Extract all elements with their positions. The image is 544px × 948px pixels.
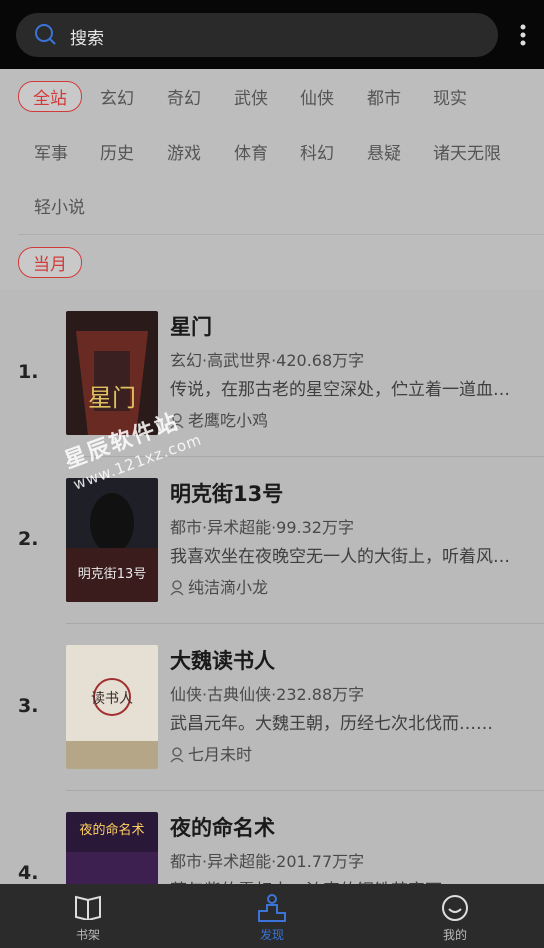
- list-item[interactable]: 4. 夜的命名术 夜的命名术 都市·异术超能·201.77万字 蓝与紫的霓虹中，…: [0, 790, 544, 884]
- category-filters: 全站 玄幻 奇幻 武侠 仙侠 都市 现实 军事 历史 游戏 体育 科幻 悬疑 诸…: [0, 69, 544, 289]
- more-menu-icon[interactable]: [520, 24, 526, 46]
- podium-icon: [258, 894, 286, 922]
- book-cover[interactable]: 明克街13号: [66, 478, 158, 602]
- cover-title-text: 夜的命名术: [79, 822, 144, 838]
- category-chip[interactable]: 体育: [234, 139, 268, 164]
- nav-tab-bookshelf[interactable]: 书架: [28, 884, 148, 948]
- book-description: 武昌元年。大魏王朝，历经七次北伐而……: [170, 714, 493, 734]
- book-author: 纯洁滴小龙: [170, 574, 268, 598]
- person-icon: [170, 580, 184, 596]
- category-chip[interactable]: 仙侠: [300, 84, 334, 109]
- category-chip[interactable]: 武侠: [234, 84, 268, 109]
- book-description: 蓝与紫的霓虹中，浓密的钢铁苍穹下……: [170, 876, 522, 884]
- rank-number: 1.: [18, 361, 39, 383]
- category-chip[interactable]: 玄幻: [100, 84, 134, 109]
- category-chip[interactable]: 轻小说: [34, 193, 85, 218]
- cover-title-text: 星门: [88, 384, 136, 412]
- category-chip[interactable]: 军事: [34, 139, 68, 164]
- ranking-list: 1. 星门 星门 玄幻·高武世界·420.68万字 传说，在那古老的星空深处，伫…: [0, 289, 544, 884]
- cover-title-text: 读书人: [91, 690, 133, 707]
- nav-label: 书架: [75, 928, 100, 942]
- book-author: 七月未时: [170, 741, 252, 765]
- book-cover[interactable]: 星门: [66, 311, 158, 435]
- cover-title-text: 明克街13号: [78, 567, 147, 582]
- person-icon: [170, 747, 184, 763]
- search-input[interactable]: 搜索: [16, 13, 498, 57]
- category-chip[interactable]: 全站: [18, 81, 82, 112]
- category-chip[interactable]: 现实: [433, 84, 467, 109]
- book-meta: 玄幻·高武世界·420.68万字: [170, 351, 365, 370]
- rank-number: 3.: [18, 695, 39, 717]
- category-chip[interactable]: 诸天无限: [433, 139, 501, 164]
- nav-label: 发现: [259, 928, 284, 942]
- book-title[interactable]: 星门: [170, 311, 212, 341]
- nav-label: 我的: [442, 928, 467, 942]
- book-title[interactable]: 明克街13号: [170, 478, 283, 508]
- person-icon: [170, 413, 184, 429]
- search-placeholder: 搜索: [70, 29, 104, 49]
- category-chip[interactable]: 都市: [367, 84, 401, 109]
- book-title[interactable]: 大魏读书人: [170, 645, 275, 675]
- rank-number: 2.: [18, 528, 39, 550]
- time-filter-chip[interactable]: 当月: [18, 247, 82, 278]
- category-chip[interactable]: 科幻: [300, 139, 334, 164]
- book-cover[interactable]: 读书人: [66, 645, 158, 769]
- book-meta: 都市·异术超能·201.77万字: [170, 852, 365, 871]
- author-name: 老鹰吃小鸡: [188, 411, 269, 430]
- book-cover[interactable]: 夜的命名术: [66, 812, 158, 884]
- author-name: 纯洁滴小龙: [188, 578, 269, 597]
- divider: [18, 234, 544, 235]
- category-chip[interactable]: 游戏: [167, 139, 201, 164]
- nav-tab-me[interactable]: 我的: [395, 884, 515, 948]
- nav-tab-discover[interactable]: 发现: [212, 884, 332, 948]
- smile-icon: [442, 895, 468, 921]
- author-name: 七月未时: [188, 745, 253, 764]
- rank-number: 4.: [18, 862, 39, 884]
- book-description: 传说，在那古老的星空深处，伫立着一道血与火侵染的红色之门……: [170, 380, 522, 400]
- book-author: 老鹰吃小鸡: [170, 407, 268, 431]
- book-icon: [75, 895, 101, 920]
- category-chip[interactable]: 奇幻: [167, 84, 201, 109]
- book-meta: 仙侠·古典仙侠·232.88万字: [170, 685, 365, 704]
- list-item[interactable]: 3. 读书人 大魏读书人 仙侠·古典仙侠·232.88万字 武昌元年。大魏王朝，…: [0, 623, 544, 790]
- search-icon: [35, 24, 56, 45]
- category-chip[interactable]: 历史: [100, 139, 134, 164]
- bottom-navigation: 书架 发现 我的: [0, 884, 544, 948]
- top-bar: 搜索: [0, 0, 544, 69]
- book-meta: 都市·异术超能·99.32万字: [170, 518, 354, 537]
- book-title[interactable]: 夜的命名术: [170, 812, 275, 842]
- list-item[interactable]: 2. 明克街13号 明克街13号 都市·异术超能·99.32万字 我喜欢坐在夜晚…: [0, 456, 544, 623]
- list-item[interactable]: 1. 星门 星门 玄幻·高武世界·420.68万字 传说，在那古老的星空深处，伫…: [0, 289, 544, 456]
- category-chip[interactable]: 悬疑: [367, 139, 401, 164]
- book-description: 我喜欢坐在夜晚空无一人的大街上，听着风声……: [170, 547, 522, 567]
